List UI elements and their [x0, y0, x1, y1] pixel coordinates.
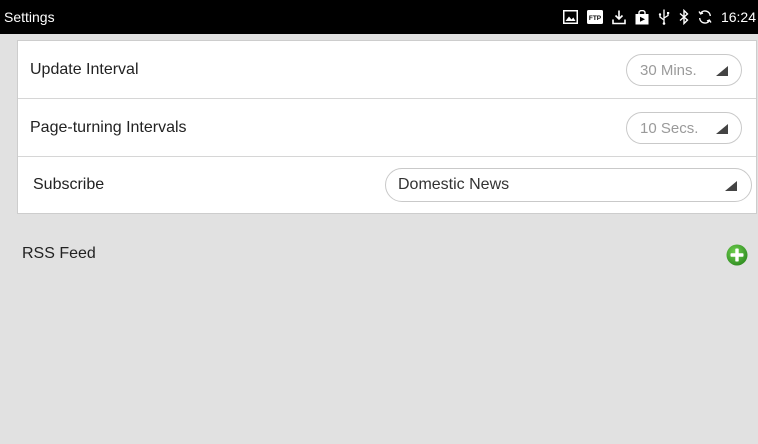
- store-icon: [635, 9, 649, 25]
- page-turning-label: Page-turning Intervals: [30, 119, 187, 136]
- dropdown-triangle-icon: [725, 181, 737, 191]
- rss-feed-label: RSS Feed: [22, 245, 96, 262]
- subscribe-label: Subscribe: [33, 176, 105, 193]
- update-interval-spinner[interactable]: 30 Mins.: [626, 54, 742, 86]
- add-rss-feed-button[interactable]: [726, 244, 748, 266]
- page-turning-row: Page-turning Intervals 10 Secs.: [18, 99, 756, 157]
- image-icon: [562, 9, 578, 25]
- subscribe-value: Domestic News: [398, 176, 510, 193]
- settings-card: Update Interval 30 Mins. Page-turning In…: [17, 40, 757, 214]
- update-interval-value: 30 Mins.: [640, 61, 697, 79]
- bluetooth-icon: [679, 9, 689, 25]
- update-interval-row: Update Interval 30 Mins.: [18, 41, 756, 99]
- add-circle-icon: [726, 244, 748, 266]
- status-icons: FTP 16:24: [562, 0, 758, 34]
- usb-icon: [658, 9, 670, 25]
- sync-icon: [698, 9, 712, 25]
- update-interval-label: Update Interval: [30, 61, 139, 78]
- dropdown-triangle-icon: [716, 124, 728, 134]
- app-title: Settings: [4, 9, 55, 25]
- status-bar: Settings FTP 16:24: [0, 0, 758, 34]
- dropdown-triangle-icon: [716, 66, 728, 76]
- subscribe-spinner[interactable]: Domestic News: [385, 168, 752, 202]
- subscribe-row: Subscribe Domestic News: [18, 157, 756, 213]
- download-icon: [612, 9, 626, 25]
- page-turning-spinner[interactable]: 10 Secs.: [626, 112, 742, 144]
- status-clock: 16:24: [720, 9, 756, 25]
- page-turning-value: 10 Secs.: [640, 119, 699, 137]
- ftp-icon: FTP: [586, 9, 603, 25]
- svg-text:FTP: FTP: [589, 15, 602, 22]
